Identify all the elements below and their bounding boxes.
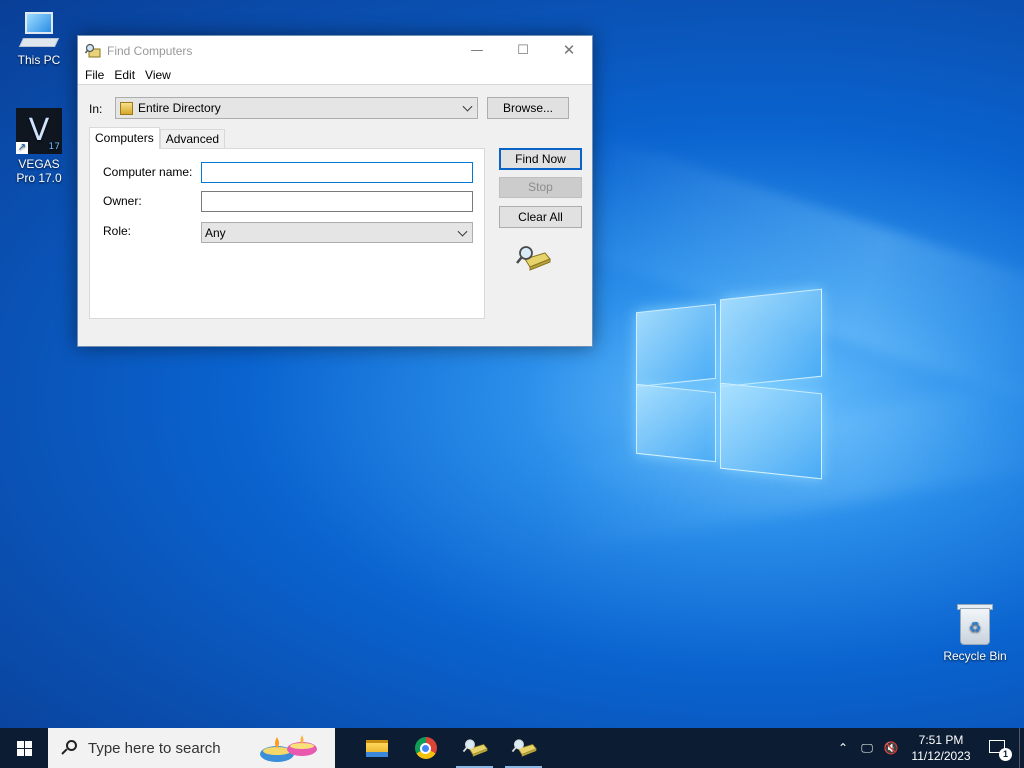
chevron-up-icon[interactable]: ⌃ xyxy=(831,741,855,755)
find-now-button[interactable]: Find Now xyxy=(499,148,582,170)
taskbar-app-find-computers[interactable] xyxy=(450,728,499,768)
browse-button[interactable]: Browse... xyxy=(487,97,569,119)
owner-label: Owner: xyxy=(103,194,142,208)
close-button[interactable]: ✕ xyxy=(546,36,592,65)
volume-muted-icon[interactable]: 🔇 xyxy=(879,741,903,755)
role-label: Role: xyxy=(103,224,132,238)
action-center-button[interactable]: 1 xyxy=(979,728,1019,768)
taskbar-app-file-explorer[interactable] xyxy=(352,728,401,768)
search-icon xyxy=(61,740,77,756)
computer-name-label: Computer name: xyxy=(103,165,193,179)
network-icon[interactable]: 🖵 xyxy=(855,741,879,756)
directory-icon xyxy=(120,101,133,115)
taskbar-search-box[interactable]: Type here to search xyxy=(48,728,335,768)
find-computers-window: Find Computers — ☐ ✕ File Edit View In: … xyxy=(77,35,593,347)
in-scope-value: Entire Directory xyxy=(138,101,221,115)
vegas-logo-letter: V xyxy=(28,113,50,148)
vegas-version-badge: 17 xyxy=(48,142,60,152)
taskbar: Type here to search ⌃ � xyxy=(0,728,1024,768)
tab-computers[interactable]: Computers xyxy=(89,127,160,149)
clock[interactable]: 7:51 PM 11/12/2023 xyxy=(903,732,979,764)
desktop-icon-vegas-pro[interactable]: V 17 ↗ VEGAS Pro 17.0 xyxy=(2,108,76,185)
stop-button[interactable]: Stop xyxy=(499,177,582,198)
start-button[interactable] xyxy=(0,728,48,768)
taskbar-app-find-computers[interactable] xyxy=(499,728,548,768)
tab-advanced[interactable]: Advanced xyxy=(159,129,226,149)
clock-time: 7:51 PM xyxy=(918,733,964,747)
clock-date: 11/12/2023 xyxy=(911,749,971,763)
computers-tab-panel: Computer name: Owner: Role: Any xyxy=(89,148,485,319)
clear-all-button[interactable]: Clear All xyxy=(499,206,582,228)
find-computers-icon xyxy=(85,43,101,57)
in-scope-dropdown[interactable]: Entire Directory xyxy=(115,97,478,119)
recycle-bin-icon: ♻ xyxy=(957,602,993,646)
vegas-pro-icon: V 17 ↗ xyxy=(16,108,62,154)
tab-strip: Computers Advanced xyxy=(89,127,226,149)
in-label: In: xyxy=(89,102,103,116)
title-bar[interactable]: Find Computers — ☐ ✕ xyxy=(78,36,592,65)
desktop-icon-this-pc[interactable]: This PC xyxy=(2,10,76,67)
search-highlight-diya-icon xyxy=(260,735,317,762)
this-pc-icon xyxy=(18,10,60,50)
find-computers-icon xyxy=(462,739,488,757)
role-value: Any xyxy=(205,225,226,240)
taskbar-app-chrome[interactable] xyxy=(401,728,450,768)
desktop-icon-label: This PC xyxy=(17,53,61,67)
search-animation-icon xyxy=(516,246,551,271)
chevron-down-icon xyxy=(462,101,473,112)
search-placeholder: Type here to search xyxy=(88,739,221,757)
wallpaper-windows-logo xyxy=(636,288,822,480)
desktop-icon-label: VEGAS Pro 17.0 xyxy=(16,157,62,185)
find-computers-icon xyxy=(511,739,537,757)
menu-edit[interactable]: Edit xyxy=(109,68,140,82)
folder-icon xyxy=(365,739,388,757)
window-title: Find Computers xyxy=(107,43,193,58)
chrome-icon xyxy=(414,737,437,759)
maximize-button[interactable]: ☐ xyxy=(500,36,546,65)
menu-bar: File Edit View xyxy=(78,65,592,85)
system-tray: ⌃ 🖵 🔇 7:51 PM 11/12/2023 1 xyxy=(831,728,1024,768)
owner-field[interactable] xyxy=(201,191,473,212)
menu-view[interactable]: View xyxy=(140,68,176,82)
show-desktop-button[interactable] xyxy=(1019,728,1024,768)
shortcut-arrow-icon: ↗ xyxy=(16,142,28,154)
notification-count: 1 xyxy=(999,748,1012,761)
chevron-down-icon xyxy=(457,226,468,237)
desktop-icon-recycle-bin[interactable]: ♻ Recycle Bin xyxy=(938,602,1012,663)
desktop-icon-label: Recycle Bin xyxy=(943,649,1007,663)
role-dropdown[interactable]: Any xyxy=(201,222,473,243)
menu-file[interactable]: File xyxy=(80,68,109,82)
computer-name-field[interactable] xyxy=(201,162,473,183)
minimize-button[interactable]: — xyxy=(454,36,500,65)
